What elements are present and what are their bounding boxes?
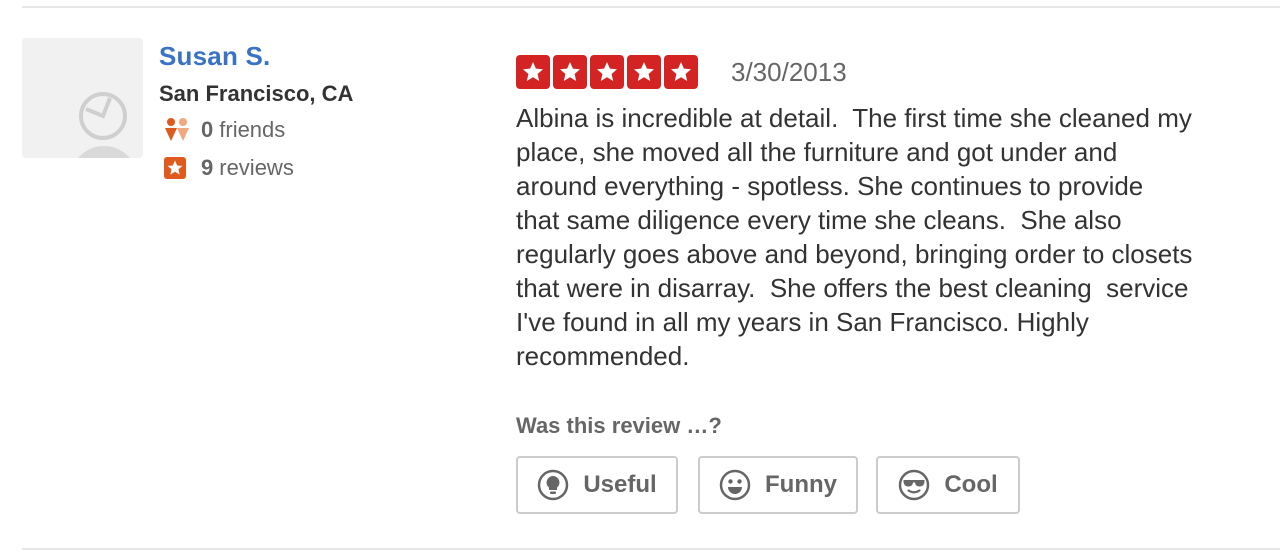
default-avatar-icon: [78, 92, 130, 158]
user-location: San Francisco, CA: [159, 81, 354, 106]
review-text: Albina is incredible at detail. The firs…: [516, 103, 1193, 371]
useful-label: Useful: [583, 471, 657, 498]
lightbulb-icon: [537, 469, 569, 501]
top-divider: [22, 6, 1280, 8]
friends-icon: [163, 117, 193, 143]
user-name-link[interactable]: Susan S.: [159, 41, 270, 72]
bottom-divider: [22, 548, 1280, 550]
star-rating: [516, 55, 701, 89]
cool-button[interactable]: Cool: [876, 456, 1020, 514]
star-icon: [590, 55, 624, 89]
user-avatar[interactable]: [22, 38, 143, 158]
star-icon: [553, 55, 587, 89]
friends-label: friends: [219, 117, 286, 142]
star-icon: [516, 55, 550, 89]
friends-count: 0: [201, 117, 214, 142]
star-icon: [664, 55, 698, 89]
reviews-label: reviews: [219, 155, 294, 180]
funny-button[interactable]: Funny: [698, 456, 858, 514]
cool-label: Cool: [944, 471, 998, 498]
star-icon: [627, 55, 661, 89]
useful-button[interactable]: Useful: [516, 456, 678, 514]
review-star-icon: [163, 155, 193, 181]
sunglasses-icon: [898, 469, 930, 501]
friends-stat: 0 friends: [163, 117, 285, 143]
funny-label: Funny: [765, 471, 837, 498]
vote-prompt: Was this review …?: [516, 413, 722, 438]
review-date: 3/30/2013: [731, 57, 847, 87]
smile-icon: [719, 469, 751, 501]
reviews-count: 9: [201, 155, 214, 180]
reviews-stat: 9 reviews: [163, 155, 294, 181]
